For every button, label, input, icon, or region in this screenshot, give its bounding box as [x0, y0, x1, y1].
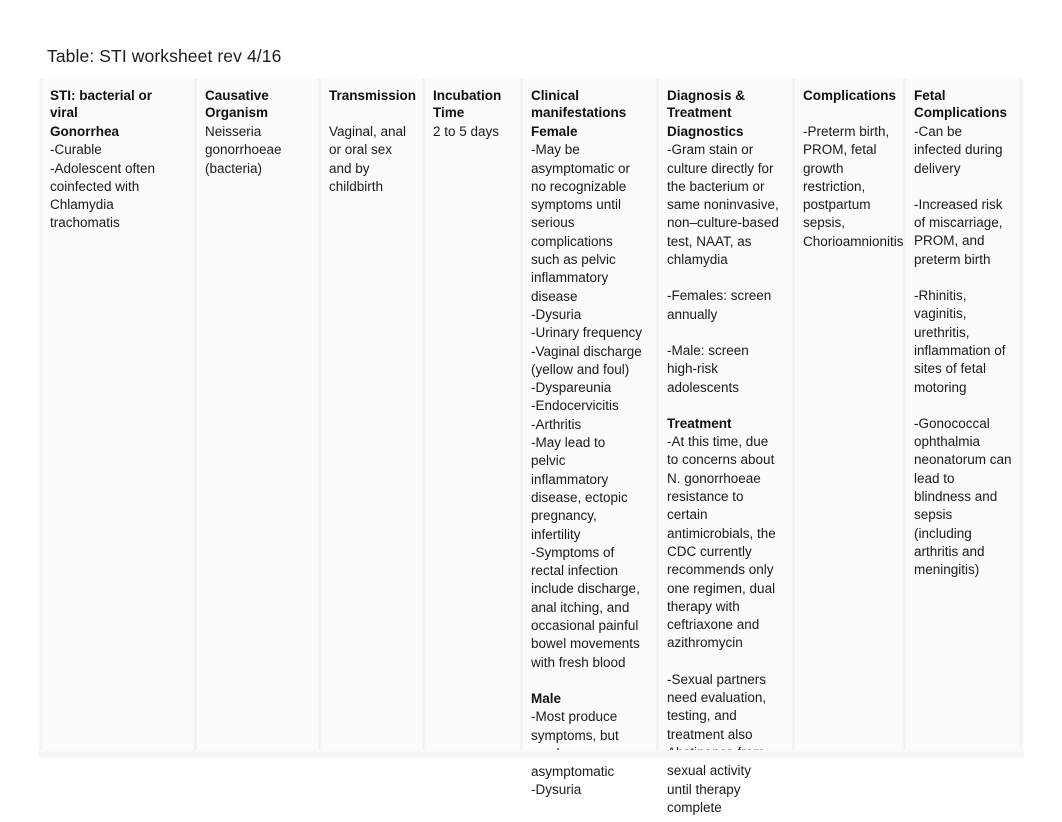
- table-bottom-edge: [38, 750, 1024, 760]
- column-header-clinical-manifestations: Clinical manifestations: [519, 78, 655, 121]
- sti-table-container: STI: bacterial or viral Causative Organi…: [38, 78, 1024, 815]
- document-page: Table: STI worksheet rev 4/16 STI: bacte…: [0, 0, 1062, 822]
- column-header-transmission-label: Transmission: [329, 88, 417, 103]
- page-title: Table: STI worksheet rev 4/16: [47, 46, 282, 66]
- treatment-notes: -At this time, due to concerns about N. …: [667, 434, 776, 651]
- cell-sti: Gonorrhea -Curable -Adolescent often coi…: [38, 121, 193, 817]
- table-header-row: STI: bacterial or viral Causative Organi…: [38, 78, 1024, 121]
- fetal-complication-item: -Can be infected during delivery: [914, 124, 1003, 176]
- column-header-diagnosis-treatment-label: Diagnosis & Treatment: [667, 88, 746, 120]
- treatment-label: Treatment: [667, 415, 732, 431]
- column-header-fetal-complications-label: Fetal Complications: [914, 88, 1008, 120]
- column-header-transmission: Transmission: [317, 78, 421, 121]
- cell-transmission: Vaginal, anal or oral sex and by childbi…: [317, 121, 421, 817]
- column-header-complications: Complications: [791, 78, 902, 121]
- table-right-edge: [1018, 78, 1024, 760]
- diagnostics-notes: -Gram stain or culture directly for the …: [667, 142, 779, 268]
- cell-fetal-complications: -Can be infected during delivery -Increa…: [902, 121, 1024, 817]
- diagnostics-females-screening: -Females: screen annually: [667, 288, 772, 322]
- table-row: Gonorrhea -Curable -Adolescent often coi…: [38, 121, 1024, 817]
- clinical-female-notes: -May be asymptomatic or no recognizable …: [531, 142, 643, 670]
- clinical-female-label: Female: [531, 124, 578, 139]
- column-header-incubation-time: Incubation Time: [421, 78, 519, 121]
- column-header-clinical-manifestations-label: Clinical manifestations: [531, 88, 627, 120]
- diagnostics-males-screening: -Male: screen high-risk adolescents: [667, 342, 749, 395]
- column-header-fetal-complications: Fetal Complications: [902, 78, 1024, 121]
- treatment-partners-note: -Sexual partners need evaluation, testin…: [667, 671, 767, 815]
- cell-incubation-time: 2 to 5 days: [421, 121, 519, 817]
- complications-value: -Preterm birth, PROM, fetal growth restr…: [803, 124, 904, 249]
- cell-causative-organism: Neisseria gonorrhoeae (bacteria): [193, 121, 317, 817]
- column-header-causative-organism: Causative Organism: [193, 78, 317, 121]
- fetal-complication-item: -Increased risk of miscarriage, PROM, an…: [914, 196, 1003, 267]
- column-header-sti: STI: bacterial or viral: [38, 78, 193, 121]
- table-left-edge: [38, 78, 44, 760]
- sti-name: Gonorrhea: [50, 124, 120, 139]
- fetal-complication-item: -Rhinitis, vaginitis, urethritis, inflam…: [914, 288, 1006, 395]
- fetal-complication-item: -Gonococcal ophthalmia neonatorum can le…: [914, 415, 1012, 578]
- clinical-male-label: Male: [531, 690, 562, 706]
- cell-diagnosis-treatment: Diagnostics -Gram stain or culture direc…: [655, 121, 791, 817]
- transmission-value: Vaginal, anal or oral sex and by childbi…: [329, 124, 407, 194]
- column-header-sti-label: STI: bacterial or viral: [50, 88, 153, 120]
- diagnostics-label: Diagnostics: [667, 124, 744, 139]
- column-header-complications-label: Complications: [803, 88, 897, 103]
- column-header-diagnosis-treatment: Diagnosis & Treatment: [655, 78, 791, 121]
- cell-complications: -Preterm birth, PROM, fetal growth restr…: [791, 121, 904, 817]
- sti-table: STI: bacterial or viral Causative Organi…: [38, 78, 1024, 817]
- incubation-time-value: 2 to 5 days: [433, 124, 500, 139]
- column-header-causative-organism-label: Causative Organism: [205, 88, 269, 120]
- causative-organism-value: Neisseria gonorrhoeae (bacteria): [205, 124, 282, 176]
- sti-notes: -Curable -Adolescent often coinfected wi…: [50, 142, 156, 231]
- column-header-incubation-time-label: Incubation Time: [433, 88, 502, 120]
- cell-clinical-manifestations: Female -May be asymptomatic or no recogn…: [519, 121, 655, 817]
